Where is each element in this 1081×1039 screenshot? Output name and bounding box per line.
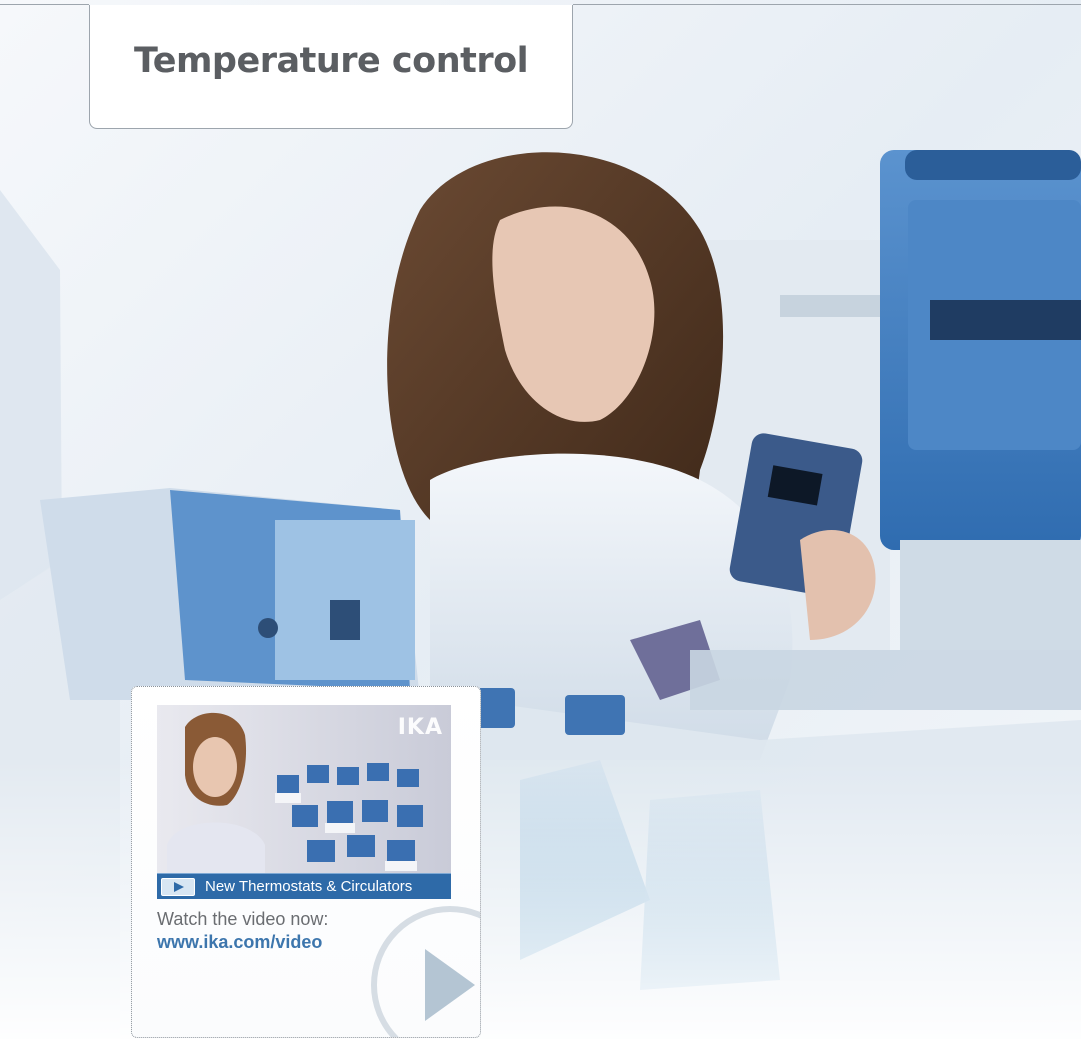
- play-button-icon[interactable]: [368, 895, 481, 1038]
- video-thumbnail[interactable]: IKA New Thermostats & Circulators: [157, 705, 451, 899]
- title-tab: Temperature control: [89, 5, 573, 129]
- top-rule-left: [0, 4, 89, 5]
- page-title: Temperature control: [134, 41, 529, 81]
- ika-logo: IKA: [397, 715, 443, 740]
- play-icon: [161, 878, 195, 896]
- video-caption: New Thermostats & Circulators: [205, 878, 413, 895]
- video-teaser-card: IKA New Thermostats & Circulators Watch …: [131, 686, 481, 1038]
- top-rule-right: [573, 4, 1081, 5]
- video-link[interactable]: www.ika.com/video: [157, 932, 322, 953]
- watch-video-label: Watch the video now:: [157, 909, 329, 929]
